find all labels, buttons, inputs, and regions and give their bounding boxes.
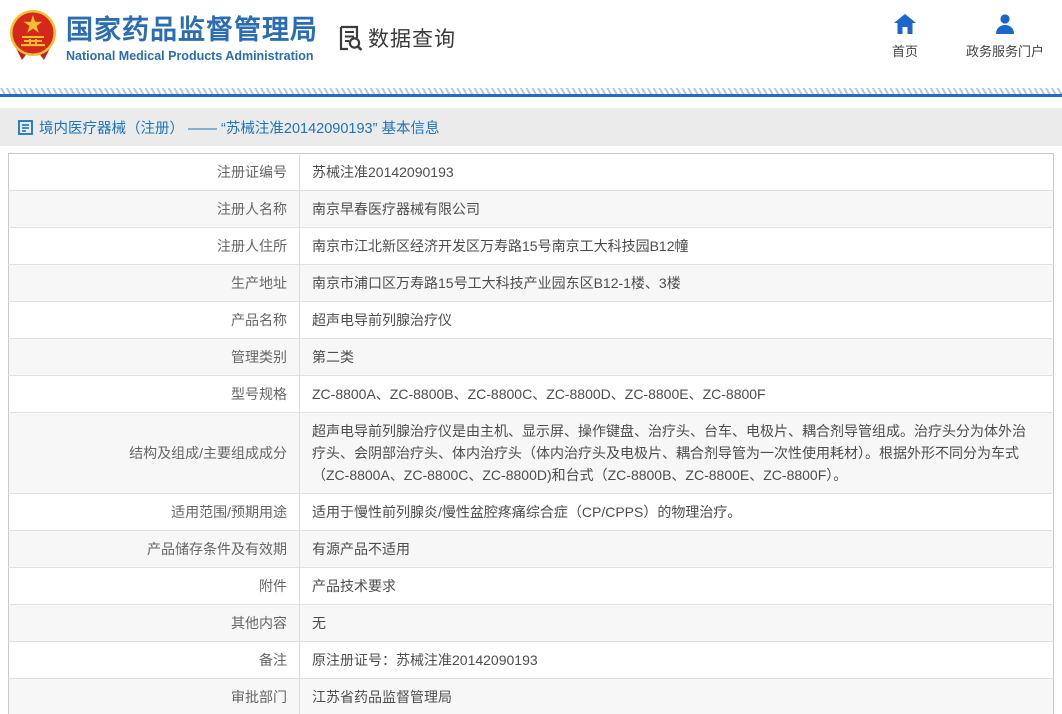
row-label: 其他内容 xyxy=(8,604,300,642)
table-row: 附件 产品技术要求 xyxy=(8,567,1054,605)
row-label: 注册证编号 xyxy=(8,153,300,191)
row-value: 南京早春医疗器械有限公司 xyxy=(299,190,1054,228)
nav-home-label: 首页 xyxy=(891,44,918,59)
row-label: 产品储存条件及有效期 xyxy=(8,530,300,568)
table-row: 其他内容无 xyxy=(8,604,1054,642)
row-label: 附件 xyxy=(8,567,300,605)
row-label: 型号规格 xyxy=(8,375,300,413)
row-label: 适用范围/预期用途 xyxy=(8,493,300,531)
row-value: 有源产品不适用 xyxy=(299,530,1054,568)
row-value: 无 xyxy=(299,604,1054,642)
table-row: 生产地址 南京市浦口区万寿路15号工大科技产业园东区B12-1楼、3楼 xyxy=(8,264,1054,302)
top-nav: 首页 政务服务门户 xyxy=(892,14,1044,60)
table-row: 产品名称 超声电导前列腺治疗仪 xyxy=(8,301,1054,339)
row-label: 管理类别 xyxy=(8,338,300,376)
row-label: 注册人住所 xyxy=(8,227,300,265)
table-row: 审批部门 江苏省药品监督管理局 xyxy=(8,678,1054,714)
nav-gov-portal-label: 政务服务门户 xyxy=(965,44,1044,59)
document-search-icon xyxy=(339,25,363,51)
row-value: 苏械注准20142090193 xyxy=(312,164,454,180)
registration-info-table-wrap: 注册证编号 苏械注准20142090193 注册人名称 南京早春医疗器械有限公司 注册人… xyxy=(8,153,1054,714)
data-query-section[interactable]: 数据查询 xyxy=(336,23,456,53)
row-value: 南京市江北新区经济开发区万寿路15号南京工大科技园B12幢 xyxy=(299,227,1054,265)
nav-home[interactable]: 首页 xyxy=(892,14,918,60)
row-value: 超声电导前列腺治疗仪是由主机、显示屏、操作键盘、治疗头、台车、电极片、耦合剂导管… xyxy=(299,412,1054,494)
table-row: 注册人住所 南京市江北新区经济开发区万寿路15号南京工大科技园B12幢 xyxy=(8,227,1054,265)
home-icon xyxy=(893,14,916,34)
row-label: 生产地址 xyxy=(8,264,300,302)
row-value: 超声电导前列腺治疗仪 xyxy=(299,301,1054,339)
row-label: 备注 xyxy=(8,641,300,679)
row-value: 产品技术要求 xyxy=(299,567,1054,605)
row-label: 注册人名称 xyxy=(8,190,300,228)
data-query-label: 数据查询 xyxy=(368,28,456,51)
table-row: 备注 原注册证号：苏械注准20142090193 xyxy=(8,641,1054,679)
row-label: 结构及组成/主要组成成分 xyxy=(8,412,300,494)
row-label: 审批部门 xyxy=(8,678,300,714)
site-title: 国家药品监督管理局 National Medical Products Admi… xyxy=(66,14,318,63)
row-value: 原注册证号：苏械注准20142090193 xyxy=(299,641,1054,679)
row-value: 江苏省药品监督管理局 xyxy=(299,678,1054,714)
site-title-cn: 国家药品监督管理局 xyxy=(66,15,318,45)
row-value: 南京市浦口区万寿路15号工大科技产业园东区B12-1楼、3楼 xyxy=(299,264,1054,302)
breadcrumb: 境内医疗器械（注册） —— “苏械注准20142090193” 基本信息 xyxy=(39,120,440,137)
info-table-body: 注册证编号 苏械注准20142090193 注册人名称 南京早春医疗器械有限公司 注册人… xyxy=(8,153,1054,714)
blue-separator-line xyxy=(0,94,1062,97)
nav-gov-portal[interactable]: 政务服务门户 xyxy=(966,14,1044,60)
user-icon xyxy=(995,14,1014,34)
table-row: 管理类别 第二类 xyxy=(8,338,1054,376)
table-row: 型号规格 ZC-8800A、ZC-8800B、ZC-8800C、ZC-8800D、… xyxy=(8,375,1054,413)
row-value: ZC-8800A、ZC-8800B、ZC-8800C、ZC-8800D、ZC-8… xyxy=(299,375,1054,413)
row-value: 第二类 xyxy=(299,338,1054,376)
breadcrumb-bar: 境内医疗器械（注册） —— “苏械注准20142090193” 基本信息 xyxy=(0,108,1062,146)
form-icon xyxy=(18,119,33,135)
table-row: 注册人名称 南京早春医疗器械有限公司 xyxy=(8,190,1054,228)
site-title-en: National Medical Products Administration xyxy=(66,49,314,63)
table-row: 产品储存条件及有效期 有源产品不适用 xyxy=(8,530,1054,568)
registration-info-table: 注册证编号 苏械注准20142090193 注册人名称 南京早春医疗器械有限公司 注册人… xyxy=(8,153,1054,714)
table-row: 适用范围/预期用途 适用于慢性前列腺炎/慢性盆腔疼痛综合症（CP/CPPS）的物理… xyxy=(8,493,1054,531)
table-row: 注册证编号 苏械注准20142090193 xyxy=(8,153,1054,191)
table-row: 结构及组成/主要组成成分 超声电导前列腺治疗仪是由主机、显示屏、操作键盘、治疗头、… xyxy=(8,412,1054,494)
row-value: 适用于慢性前列腺炎/慢性盆腔疼痛综合症（CP/CPPS）的物理治疗。 xyxy=(299,493,1054,531)
row-label: 产品名称 xyxy=(8,301,300,339)
national-emblem-icon xyxy=(10,10,56,60)
page-header: 国家药品监督管理局 National Medical Products Admi… xyxy=(0,0,1062,88)
nmpa-emblem-logo xyxy=(8,8,58,62)
